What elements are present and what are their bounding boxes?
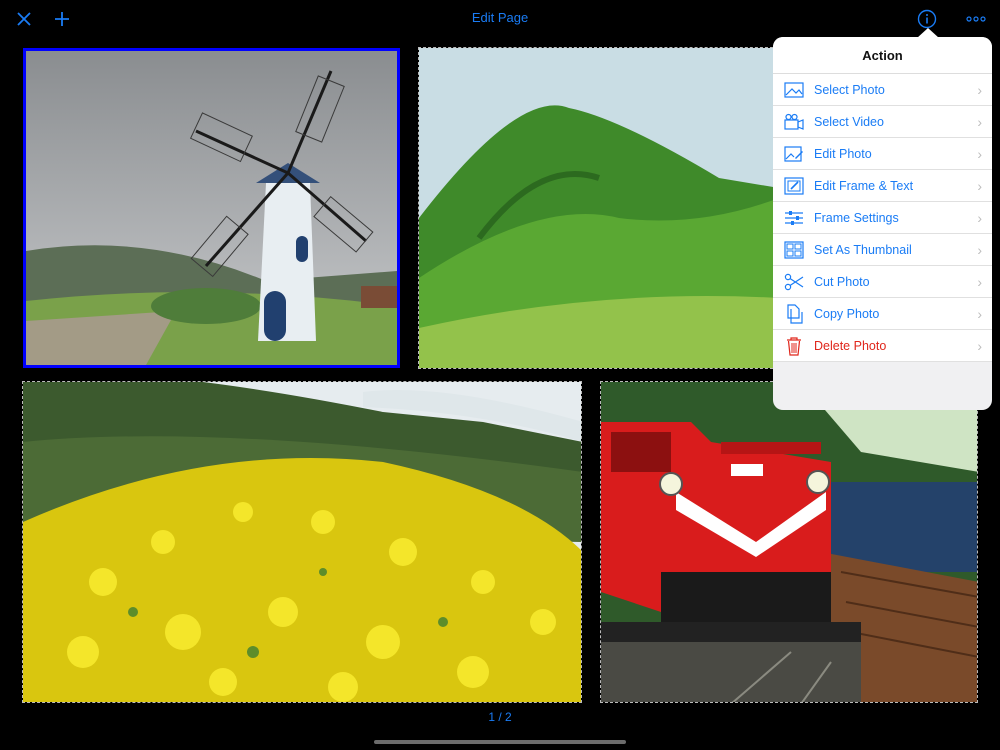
photo-frame-green-hills[interactable] (418, 47, 778, 369)
windmill-photo (26, 51, 397, 365)
menu-item-label: Select Video (814, 114, 884, 129)
trash-icon (783, 335, 805, 357)
green-hills-photo (419, 48, 777, 368)
video-camera-icon (783, 111, 805, 133)
menu-item-frame-settings[interactable]: Frame Settings › (773, 202, 992, 234)
action-menu: Select Photo › Select Video › Edit Photo… (773, 74, 992, 362)
popover-title: Action (773, 37, 992, 74)
thumbnail-icon (783, 239, 805, 261)
top-toolbar: Edit Page (0, 0, 1000, 38)
chevron-right-icon: › (977, 178, 982, 194)
menu-item-label: Delete Photo (814, 338, 887, 353)
yellow-flower-field-photo (23, 382, 581, 702)
menu-item-label: Select Photo (814, 82, 885, 97)
copy-icon (783, 303, 805, 325)
scissors-icon (783, 271, 805, 293)
menu-item-label: Frame Settings (814, 210, 899, 225)
menu-item-edit-frame-text[interactable]: Edit Frame & Text › (773, 170, 992, 202)
menu-item-label: Edit Frame & Text (814, 178, 914, 193)
menu-item-label: Edit Photo (814, 146, 872, 161)
chevron-right-icon: › (977, 146, 982, 162)
edit-photo-icon (783, 143, 805, 165)
home-indicator[interactable] (374, 740, 626, 744)
menu-item-set-as-thumbnail[interactable]: Set As Thumbnail › (773, 234, 992, 266)
menu-item-copy-photo[interactable]: Copy Photo › (773, 298, 992, 330)
sliders-icon (783, 207, 805, 229)
chevron-right-icon: › (977, 338, 982, 354)
page-title: Edit Page (471, 10, 529, 25)
more-icon[interactable] (962, 6, 990, 32)
menu-item-label: Cut Photo (814, 274, 870, 289)
chevron-right-icon: › (977, 242, 982, 258)
menu-item-select-photo[interactable]: Select Photo › (773, 74, 992, 106)
photo-icon (783, 79, 805, 101)
photo-frame-red-train[interactable] (600, 381, 978, 703)
chevron-right-icon: › (977, 114, 982, 130)
action-popover: Action Select Photo › Select Video › Edi… (773, 37, 992, 410)
chevron-right-icon: › (977, 210, 982, 226)
chevron-right-icon: › (977, 82, 982, 98)
red-train-photo (601, 382, 977, 702)
edit-frame-icon (783, 175, 805, 197)
chevron-right-icon: › (977, 274, 982, 290)
page-indicator: 1 / 2 (488, 710, 512, 724)
photo-frame-yellow-flowers[interactable] (22, 381, 582, 703)
menu-item-cut-photo[interactable]: Cut Photo › (773, 266, 992, 298)
chevron-right-icon: › (977, 306, 982, 322)
menu-item-delete-photo[interactable]: Delete Photo › (773, 330, 992, 362)
menu-item-edit-photo[interactable]: Edit Photo › (773, 138, 992, 170)
menu-item-select-video[interactable]: Select Video › (773, 106, 992, 138)
menu-item-label: Copy Photo (814, 306, 880, 321)
menu-item-label: Set As Thumbnail (814, 242, 912, 257)
photo-frame-windmill[interactable] (23, 48, 400, 368)
